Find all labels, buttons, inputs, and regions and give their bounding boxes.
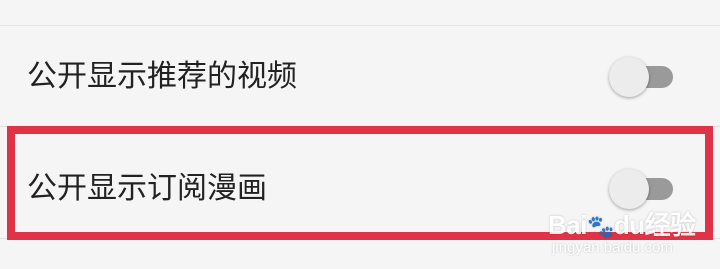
watermark-subtitle: jingyan.baidu.com [552,239,673,256]
setting-label-subscribed-comics: 公开显示订阅漫画 [27,171,267,206]
toggle-thumb [609,169,649,209]
toggle-switch-subscribed-comics[interactable] [609,169,673,209]
toggle-switch-recommended-videos[interactable] [609,57,673,97]
toggle-thumb [609,57,649,97]
setting-label-recommended-videos: 公开显示推荐的视频 [27,59,297,94]
setting-row-recommended-videos[interactable]: 公开显示推荐的视频 [0,26,720,126]
divider-bottom [0,238,720,239]
setting-row-subscribed-comics[interactable]: 公开显示订阅漫画 [0,127,720,238]
